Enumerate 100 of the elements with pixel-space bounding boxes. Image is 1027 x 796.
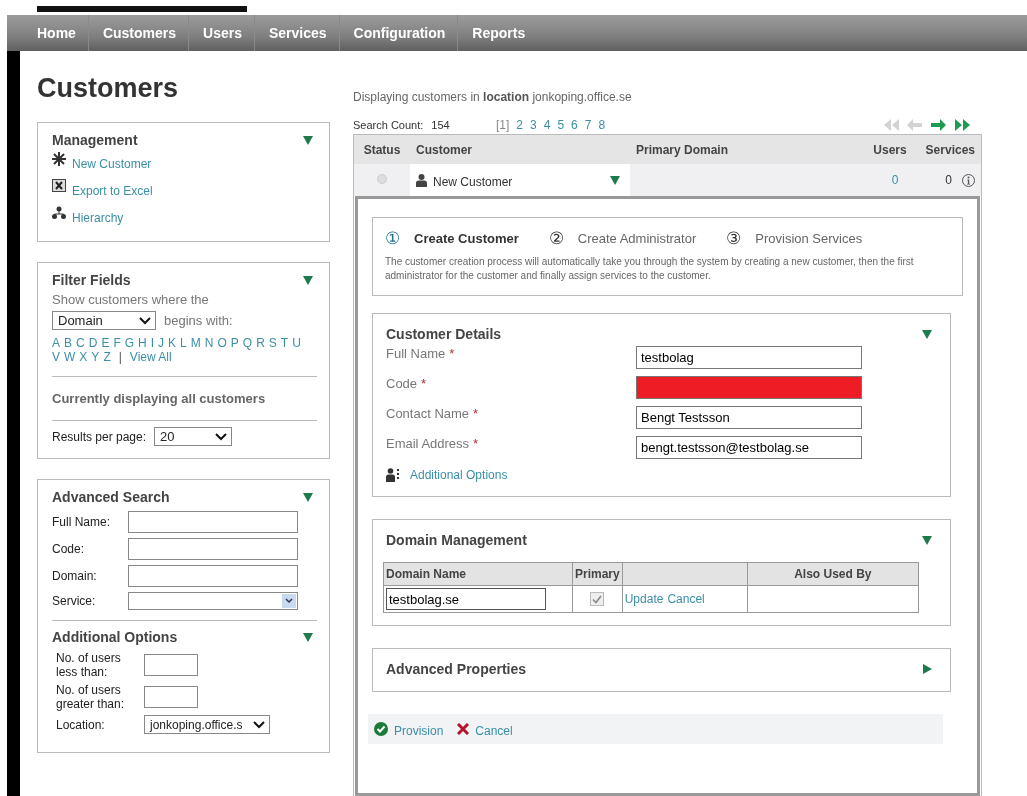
column-header: Primary — [572, 562, 623, 586]
nav-item[interactable]: Home — [30, 15, 88, 51]
letter-link[interactable]: H — [138, 336, 147, 350]
page-link[interactable]: 7 — [584, 118, 592, 132]
input-field[interactable]: Bengt Testsson — [636, 406, 862, 429]
collapse-triangle-icon[interactable] — [922, 329, 932, 339]
letter-link[interactable]: V — [52, 350, 60, 364]
page-title: Customers — [37, 73, 180, 104]
results-dropdown[interactable]: 20 — [154, 427, 233, 446]
collapse-triangle-icon[interactable] — [303, 632, 313, 642]
info-icon[interactable] — [962, 173, 975, 187]
letter-link[interactable]: P — [230, 336, 239, 350]
input-field[interactable]: testbolag — [636, 346, 862, 369]
input-field[interactable] — [144, 686, 198, 708]
letter-link[interactable]: F — [113, 336, 121, 350]
step-number: ③ — [726, 228, 742, 249]
separator-text: | — [118, 350, 122, 364]
input-field[interactable] — [636, 376, 862, 399]
users-count-link[interactable]: 0 — [875, 173, 915, 187]
row-action-link[interactable]: Cancel — [667, 592, 705, 606]
person-icon — [416, 173, 427, 187]
letter-link[interactable]: Z — [103, 350, 111, 364]
checkbox[interactable] — [590, 592, 605, 607]
additional-options-link[interactable]: Additional Options — [410, 468, 508, 482]
letter-link[interactable]: G — [124, 336, 135, 350]
letter-link[interactable]: X — [79, 350, 88, 364]
letter-link[interactable]: Y — [91, 350, 100, 364]
field-label: Full Name — [386, 346, 446, 363]
nav-item[interactable]: Customers — [87, 15, 189, 51]
letter-link[interactable]: C — [76, 336, 85, 350]
letter-link[interactable]: Q — [242, 336, 253, 350]
column-header: Users — [872, 142, 908, 157]
view-all-link[interactable]: View All — [129, 350, 172, 364]
letter-link[interactable]: L — [180, 336, 187, 350]
input-field[interactable] — [128, 565, 298, 587]
collapse-triangle-icon[interactable] — [922, 535, 932, 545]
letter-link[interactable]: M — [190, 336, 201, 350]
collapse-triangle-icon[interactable] — [610, 175, 620, 185]
results-label: Results per page: — [52, 429, 147, 444]
column-header: Status — [362, 142, 402, 157]
letter-link[interactable]: W — [64, 350, 76, 364]
cancel-button[interactable]: Cancel — [457, 720, 513, 738]
letter-link[interactable]: B — [64, 336, 73, 350]
field-label: Domain: — [52, 569, 98, 583]
collapse-triangle-icon[interactable] — [303, 275, 313, 285]
page-link[interactable]: 6 — [571, 118, 578, 132]
hierarchy-icon — [52, 206, 66, 219]
letter-link[interactable]: T — [280, 336, 289, 350]
wizard-description: The customer creation process will automatically take you through the system by creating a new customer, then the first administrator for the customer and finally assign services to the customer. — [385, 255, 915, 283]
collapse-triangle-icon[interactable] — [303, 135, 313, 145]
field-dropdown[interactable]: Domain — [52, 311, 156, 330]
letter-link[interactable]: U — [292, 336, 301, 350]
panel-title: Management — [52, 132, 138, 148]
cross-icon — [457, 723, 470, 735]
condition-label: begins with: — [164, 313, 233, 328]
page-link[interactable]: 2 — [516, 118, 524, 132]
menu-link[interactable]: Hierarchy — [72, 211, 124, 225]
letter-link[interactable]: K — [168, 336, 177, 350]
letter-link[interactable]: D — [88, 336, 98, 350]
dropdown-field[interactable] — [128, 592, 298, 610]
field-label: No. of users greater than: — [56, 683, 126, 711]
spreadsheet-icon — [52, 179, 66, 192]
nav-item[interactable]: Reports — [457, 15, 538, 51]
input-field[interactable] — [144, 654, 198, 676]
column-header: Also Used By — [747, 562, 919, 586]
person-list-icon — [386, 468, 400, 482]
letter-link[interactable]: O — [217, 336, 227, 350]
letter-link[interactable]: N — [204, 336, 214, 350]
required-mark: * — [473, 436, 479, 453]
nav-item[interactable]: Users — [188, 15, 254, 51]
arrow-right-icon[interactable] — [930, 118, 948, 132]
letter-link[interactable]: A — [52, 336, 60, 350]
double-arrow-right-icon[interactable] — [954, 118, 972, 132]
letter-link[interactable]: S — [268, 336, 277, 350]
row-action-link[interactable]: Update — [624, 592, 664, 606]
nav-item[interactable]: Services — [253, 15, 339, 51]
menu-link[interactable]: New Customer — [72, 157, 152, 171]
page-link[interactable]: 8 — [598, 118, 606, 132]
page-link[interactable]: 4 — [543, 118, 551, 132]
input-field[interactable]: testbolag.se — [386, 588, 546, 610]
letter-link[interactable]: E — [101, 336, 110, 350]
collapse-triangle-icon[interactable] — [303, 492, 313, 502]
expand-triangle-icon[interactable] — [923, 664, 932, 674]
page-link[interactable]: [1] — [496, 118, 510, 132]
menu-link[interactable]: Export to Excel — [72, 184, 153, 198]
dropdown-field[interactable]: jonkoping.office.s — [144, 715, 270, 734]
page-link[interactable]: 5 — [557, 118, 565, 132]
page-link[interactable]: 3 — [530, 118, 537, 132]
column-header: Primary Domain — [635, 142, 730, 157]
letter-link[interactable]: I — [150, 336, 155, 350]
input-field[interactable] — [128, 538, 298, 560]
input-field[interactable]: bengt.testsson@testbolag.se — [636, 436, 862, 459]
field-label: Code — [386, 376, 418, 393]
letter-link[interactable]: R — [256, 336, 265, 350]
provision-button[interactable]: Provision — [374, 720, 444, 738]
panel-title: Additional Options — [52, 629, 178, 645]
input-field[interactable] — [128, 511, 298, 533]
panel-title: Domain Management — [386, 532, 527, 548]
nav-item[interactable]: Configuration — [338, 15, 458, 51]
letter-link[interactable]: J — [158, 336, 165, 350]
